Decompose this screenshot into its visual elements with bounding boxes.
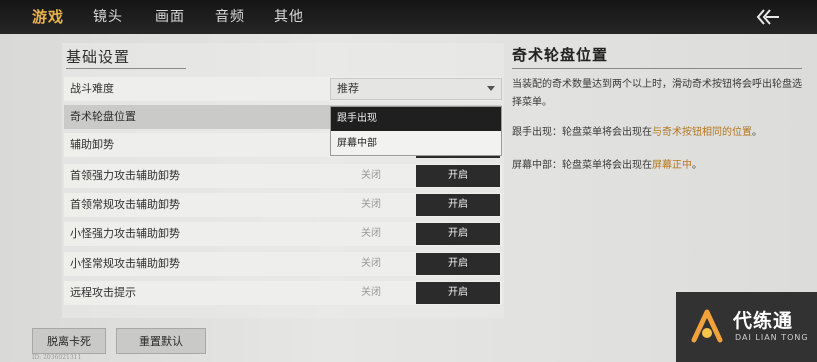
top-nav-bar: 游戏 镜头 画面 音频 其他 [0, 0, 817, 34]
back-button[interactable] [755, 6, 781, 28]
daliantong-logo [691, 309, 723, 343]
tab-camera[interactable]: 镜头 [93, 0, 123, 34]
player-id: ID: 2036021311 [32, 354, 82, 361]
detail-divider [512, 68, 802, 69]
row-label: 奇术轮盘位置 [70, 110, 136, 123]
option-text: 轮盘菜单将会出现在 [562, 127, 652, 138]
detail-option-follow: 跟手出现：轮盘菜单将会出现在与奇术按钮相同的位置。 [512, 124, 802, 142]
tab-audio[interactable]: 音频 [215, 0, 245, 34]
dropdown-value: 推荐 [337, 82, 359, 95]
row-label: 首领常规攻击辅助卸势 [70, 198, 180, 211]
option-text: 轮盘菜单将会出现在 [562, 160, 652, 171]
wheel-position-menu: 跟手出现 屏幕中部 [330, 106, 502, 156]
row-label: 小怪常规攻击辅助卸势 [70, 257, 180, 270]
menu-item-follow-hand[interactable]: 跟手出现 [331, 107, 501, 131]
reset-default-button[interactable]: 重置默认 [116, 328, 206, 354]
option-highlight: 与奇术按钮相同的位置 [652, 127, 752, 138]
toggle-off-button[interactable]: 关闭 [330, 253, 412, 275]
toggle-off-button[interactable]: 关闭 [330, 223, 412, 245]
detail-description: 当装配的奇术数量达到两个以上时，滑动奇术按钮将会呼出轮盘选择菜单。 [512, 79, 802, 108]
toggle-on-button[interactable]: 开启 [416, 194, 500, 216]
toggle-on-button[interactable]: 开启 [416, 253, 500, 275]
double-chevron-left-arrow-icon [756, 9, 779, 25]
tab-graphics[interactable]: 画面 [155, 0, 185, 34]
tab-game[interactable]: 游戏 [32, 0, 64, 34]
row-label: 远程攻击提示 [70, 286, 136, 299]
detail-title: 奇术轮盘位置 [512, 46, 609, 64]
option-highlight: 屏幕正中 [652, 160, 692, 171]
chevron-down-icon [487, 86, 495, 91]
row-label: 辅助卸势 [70, 138, 114, 151]
detail-option-center: 屏幕中部：轮盘菜单将会出现在屏幕正中。 [512, 157, 802, 175]
option-suffix: 。 [692, 160, 702, 171]
section-title: 基础设置 [66, 48, 131, 66]
difficulty-dropdown[interactable]: 推荐 [330, 78, 502, 100]
toggle-on-button[interactable]: 开启 [416, 165, 500, 187]
row-label: 小怪强力攻击辅助卸势 [70, 227, 180, 240]
toggle-on-button[interactable]: 开启 [416, 282, 500, 304]
row-label: 战斗难度 [70, 82, 114, 95]
option-prefix: 屏幕中部： [512, 160, 562, 171]
section-divider [66, 68, 186, 69]
toggle-off-button[interactable]: 关闭 [330, 165, 412, 187]
unstuck-button[interactable]: 脱离卡死 [32, 328, 106, 354]
option-suffix: 。 [752, 127, 762, 138]
row-label: 首领强力攻击辅助卸势 [70, 169, 180, 182]
toggle-off-button[interactable]: 关闭 [330, 194, 412, 216]
option-prefix: 跟手出现： [512, 127, 562, 138]
toggle-on-button[interactable]: 开启 [416, 223, 500, 245]
toggle-off-button[interactable]: 关闭 [330, 282, 412, 304]
menu-item-screen-center[interactable]: 屏幕中部 [331, 132, 501, 156]
watermark-pinyin: DAI LIAN TONG [735, 333, 809, 342]
tab-other[interactable]: 其他 [274, 0, 304, 34]
watermark-name: 代练通 [733, 310, 794, 332]
